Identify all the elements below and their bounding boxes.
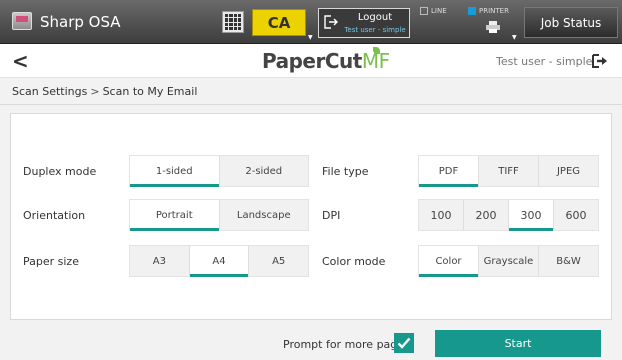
job-status-button[interactable]: Job Status xyxy=(524,7,618,38)
back-button[interactable]: < xyxy=(12,49,29,73)
printer-label: PRINTER xyxy=(479,7,509,15)
paper-size-selector: A3 A4 A5 xyxy=(129,245,309,277)
dpi-label: DPI xyxy=(322,209,341,222)
file-type-label: File type xyxy=(322,165,369,178)
color-mode-option[interactable]: Grayscale xyxy=(479,246,539,276)
breadcrumb-current: Scan to My Email xyxy=(102,85,198,98)
dpi-option[interactable]: 300 xyxy=(509,200,554,231)
duplex-mode-label: Duplex mode xyxy=(23,165,97,178)
dpi-option[interactable]: 600 xyxy=(554,200,598,230)
breadcrumb-separator: > xyxy=(90,85,100,98)
dpi-option[interactable]: 100 xyxy=(419,200,464,230)
leaf-icon xyxy=(373,47,380,54)
file-type-option[interactable]: JPEG xyxy=(539,156,598,186)
line-indicator: LINE xyxy=(420,7,447,15)
duplex-mode-selector: 1-sided 2-sided xyxy=(129,155,309,187)
papercut-logo: PaperCutMF xyxy=(262,49,390,73)
logout-icon xyxy=(324,15,338,29)
logout-button[interactable]: Logout Test user - simple xyxy=(318,8,410,38)
clear-all-button[interactable]: CA xyxy=(252,9,306,36)
printer-indicator: PRINTER xyxy=(468,7,509,15)
orientation-option[interactable]: Portrait xyxy=(130,200,220,231)
logout-user-name: Test user - simple xyxy=(344,26,406,34)
line-label: LINE xyxy=(431,7,447,15)
paper-size-option[interactable]: A5 xyxy=(249,246,308,276)
triangle-down-icon: ▼ xyxy=(512,34,517,41)
orientation-selector: Portrait Landscape xyxy=(129,199,309,231)
color-mode-selector: Color Grayscale B&W xyxy=(418,245,599,277)
paper-size-option[interactable]: A3 xyxy=(130,246,190,276)
start-button[interactable]: Start xyxy=(435,330,601,357)
prompt-more-pages-label: Prompt for more pages xyxy=(283,338,410,351)
logout-label: Logout xyxy=(357,12,393,23)
color-mode-label: Color mode xyxy=(322,255,386,268)
printer-icon[interactable] xyxy=(486,21,500,33)
paper-size-option[interactable]: A4 xyxy=(189,246,250,277)
checkmark-icon xyxy=(397,337,411,349)
device-name: Sharp OSA xyxy=(40,13,121,31)
dpi-selector: 100 200 300 600 xyxy=(418,199,599,231)
file-type-option[interactable]: TIFF xyxy=(479,156,539,186)
header-user-name: Test user - simple xyxy=(496,55,593,68)
printer-status-icon xyxy=(468,7,476,15)
orientation-option[interactable]: Landscape xyxy=(220,200,309,230)
paper-size-label: Paper size xyxy=(23,255,79,268)
color-mode-option[interactable]: B&W xyxy=(539,246,598,276)
file-type-option[interactable]: PDF xyxy=(419,156,479,187)
keypad-icon[interactable] xyxy=(222,11,244,33)
app-header: < PaperCutMF Test user - simple xyxy=(0,45,622,77)
duplex-option[interactable]: 2-sided xyxy=(220,156,309,186)
line-status-icon xyxy=(420,7,428,15)
device-icon xyxy=(12,12,32,30)
breadcrumb: Scan Settings > Scan to My Email xyxy=(0,77,622,105)
brand-main: PaperCut xyxy=(262,49,362,73)
prompt-more-pages-checkbox[interactable] xyxy=(394,333,414,353)
orientation-label: Orientation xyxy=(23,209,86,222)
breadcrumb-parent[interactable]: Scan Settings xyxy=(12,85,87,104)
file-type-selector: PDF TIFF JPEG xyxy=(418,155,599,187)
color-mode-option[interactable]: Color xyxy=(419,246,479,277)
dpi-option[interactable]: 200 xyxy=(464,200,509,230)
device-status-bar: Sharp OSA CA ▼ Logout Test user - simple… xyxy=(0,0,622,44)
duplex-option[interactable]: 1-sided xyxy=(130,156,220,187)
logout-icon[interactable] xyxy=(592,54,608,68)
triangle-down-icon: ▼ xyxy=(308,34,313,41)
